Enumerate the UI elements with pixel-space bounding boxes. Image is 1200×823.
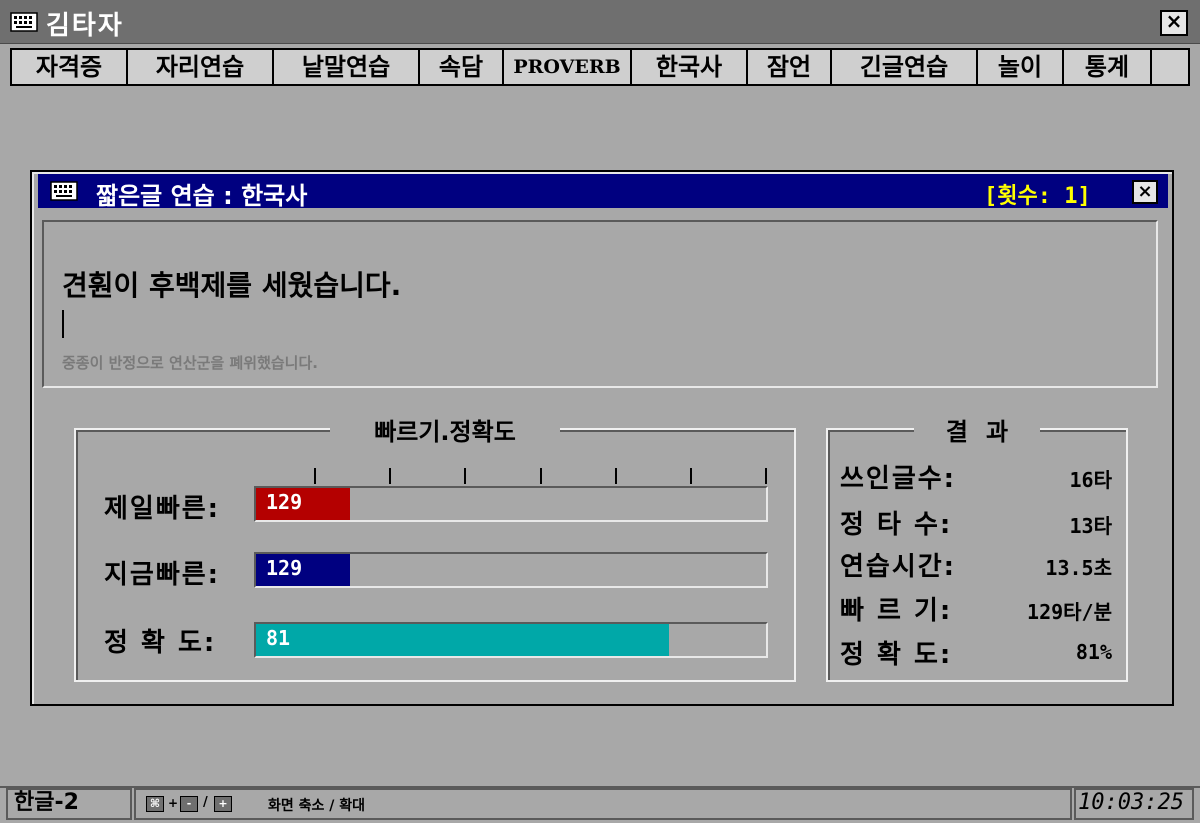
speed-value: 129타/분 xyxy=(1027,600,1112,624)
accuracy-value: 81 xyxy=(266,626,291,650)
minus-key-icon: - xyxy=(180,796,198,812)
menu-item-korean-history[interactable]: 한국사 xyxy=(632,50,748,84)
practice-time-label: 연습시간: xyxy=(840,552,957,582)
command-key-icon: ⌘ xyxy=(146,796,164,812)
scale-tick xyxy=(540,468,542,484)
scale-tick xyxy=(389,468,391,484)
close-icon: × xyxy=(1137,181,1153,202)
scale-tick xyxy=(615,468,617,484)
menu-item-position-practice[interactable]: 자리연습 xyxy=(128,50,274,84)
close-button[interactable]: × xyxy=(1160,10,1188,36)
current-speed-label: 지금빠른: xyxy=(104,560,221,590)
plus-key-icon: + xyxy=(214,796,232,812)
menu-item-game[interactable]: 놀이 xyxy=(978,50,1064,84)
best-speed-label: 제일빠른: xyxy=(104,494,221,524)
attempt-count: [횟수: 1] xyxy=(984,184,1091,209)
practice-time-value: 13.5초 xyxy=(1045,556,1112,580)
typed-chars-value: 16타 xyxy=(1069,468,1112,492)
accuracy-label: 정 확 도: xyxy=(104,628,217,658)
scale-tick xyxy=(765,468,767,484)
speed-label: 빠 르 기: xyxy=(840,596,953,626)
keyboard-icon xyxy=(50,181,78,201)
scale-tick xyxy=(314,468,316,484)
speed-accuracy-legend: 빠르기.정확도 xyxy=(330,412,560,446)
menu-item-proverb-en[interactable]: PROVERB xyxy=(504,50,632,84)
clock: 10:03:25 xyxy=(1074,788,1194,820)
plus-sign: + xyxy=(168,796,179,810)
app-title-bar xyxy=(0,0,1200,44)
keyboard-icon xyxy=(10,12,38,32)
zoom-hint-text: 화면 축소 / 확대 xyxy=(268,798,366,814)
target-sentence: 견훤이 후백제를 세웠습니다. xyxy=(62,269,402,302)
accuracy-bar: 81 xyxy=(254,622,768,658)
next-sentence: 중종이 반정으로 연산군을 폐위했습니다. xyxy=(62,354,318,372)
menu-item-statistics[interactable]: 통계 xyxy=(1064,50,1152,84)
accuracy-result-value: 81% xyxy=(1075,640,1112,664)
correct-chars-label: 정 타 수: xyxy=(840,510,953,540)
scale-tick xyxy=(690,468,692,484)
menu-item-proverb-ko[interactable]: 속담 xyxy=(420,50,504,84)
dialog-title: 짧은글 연습 : 한국사 xyxy=(96,182,308,210)
slash-sign: / xyxy=(203,795,208,810)
close-icon: × xyxy=(1165,9,1183,33)
menu-item-word-practice[interactable]: 낱말연습 xyxy=(274,50,420,84)
menu-item-certificate[interactable]: 자격증 xyxy=(12,50,128,84)
current-speed-value: 129 xyxy=(266,556,303,580)
menu-bar: 자격증 자리연습 낱말연습 속담 PROVERB 한국사 잠언 긴글연습 놀이 … xyxy=(10,48,1190,86)
text-cursor xyxy=(62,310,64,338)
accuracy-bar-fill xyxy=(256,624,670,656)
menu-item-long-text[interactable]: 긴글연습 xyxy=(832,50,978,84)
dialog-close-button[interactable]: × xyxy=(1132,180,1158,204)
current-speed-bar: 129 xyxy=(254,552,768,588)
result-legend: 결과 xyxy=(914,412,1040,446)
best-speed-value: 129 xyxy=(266,490,303,514)
scale-tick xyxy=(464,468,466,484)
menu-item-proverbs-bible[interactable]: 잠언 xyxy=(748,50,832,84)
input-method-indicator: 한글-2 xyxy=(6,788,132,820)
typed-chars-label: 쓰인글수: xyxy=(840,464,957,494)
best-speed-bar: 129 xyxy=(254,486,768,522)
app-title: 김타자 xyxy=(46,11,124,41)
accuracy-result-label: 정 확 도: xyxy=(840,640,953,670)
correct-chars-value: 13타 xyxy=(1069,514,1112,538)
